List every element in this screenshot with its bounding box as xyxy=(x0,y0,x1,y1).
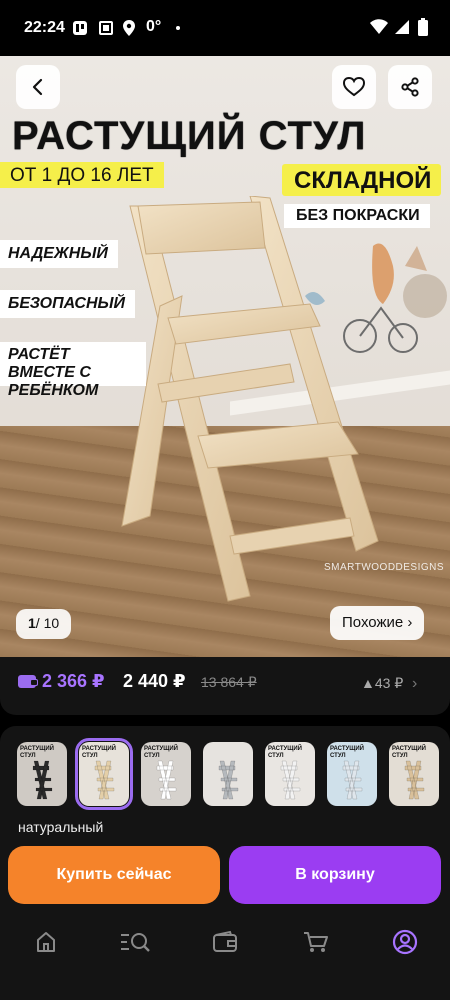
location-icon xyxy=(122,20,136,36)
nav-profile[interactable] xyxy=(391,928,419,956)
tag-no-paint: БЕЗ ПОКРАСКИ xyxy=(284,204,430,228)
variant-chair-image xyxy=(94,760,115,800)
variant-chair-image xyxy=(156,760,177,800)
back-button[interactable] xyxy=(16,65,60,109)
variant-thumbnail[interactable]: РАСТУЩИЙ СТУЛ xyxy=(389,742,439,806)
nav-wallet[interactable] xyxy=(211,928,239,956)
buy-now-button[interactable]: Купить сейчас xyxy=(8,846,220,904)
wifi-icon xyxy=(370,19,388,34)
add-to-cart-button[interactable]: В корзину xyxy=(229,846,441,904)
battery-icon xyxy=(418,18,432,36)
variant-thumbnail-title: РАСТУЩИЙ СТУЛ xyxy=(268,746,302,759)
variant-selector: РАСТУЩИЙ СТУЛ РАСТУЩИЙ СТУЛ РАСТУЩИЙ СТУЛ Р… xyxy=(0,726,450,846)
cart-icon xyxy=(304,932,328,952)
share-button[interactable] xyxy=(388,65,432,109)
variant-chair-image xyxy=(280,760,301,800)
nav-cart[interactable] xyxy=(302,928,330,956)
chevron-right-icon[interactable]: › xyxy=(412,675,417,693)
home-icon xyxy=(37,932,55,952)
tag-grows-with-child: РАСТЁТ ВМЕСТЕ С РЕБЁНКОМ xyxy=(0,342,146,399)
selected-variant-label: натуральный xyxy=(18,819,104,835)
nav-home[interactable] xyxy=(32,928,60,956)
similar-products-button[interactable]: Похожие › xyxy=(330,606,425,640)
tag-reliable: НАДЕЖНЫЙ xyxy=(0,240,118,268)
variant-chair-image xyxy=(218,760,239,800)
status-signal-text: 0° xyxy=(146,18,162,35)
heart-icon xyxy=(343,77,365,97)
app-notification-icon xyxy=(72,20,87,35)
variant-thumbnail[interactable] xyxy=(203,742,253,806)
cellular-icon xyxy=(394,19,409,34)
hero-title: РАСТУЩИЙ СТУЛ xyxy=(12,114,367,158)
price-trend: ▲43 ₽ xyxy=(361,675,404,691)
old-price: 13 864 ₽ xyxy=(201,674,257,690)
image-counter-total: / 10 xyxy=(35,615,60,631)
profile-icon xyxy=(392,929,418,955)
product-image-gallery[interactable]: РАСТУЩИЙ СТУЛ ОТ 1 ДО 16 ЛЕТ СКЛАДНОЙ БЕ… xyxy=(0,56,450,657)
tag-safe: БЕЗОПАСНЫЙ xyxy=(0,290,135,318)
variant-thumbnail[interactable]: РАСТУЩИЙ СТУЛ xyxy=(75,738,133,810)
variant-chair-image xyxy=(32,760,53,800)
wallet-card-icon xyxy=(18,675,38,688)
favorite-button[interactable] xyxy=(332,65,376,109)
status-bar: 22:24 0° xyxy=(0,0,450,56)
variant-thumbnail-title: РАСТУЩИЙ СТУЛ xyxy=(144,746,178,759)
variant-thumbnail[interactable]: РАСТУЩИЙ СТУЛ xyxy=(327,742,377,806)
variant-thumbnail-title: РАСТУЩИЙ СТУЛ xyxy=(392,746,426,759)
variant-thumbnail[interactable]: РАСТУЩИЙ СТУЛ xyxy=(265,742,315,806)
variant-chair-image xyxy=(342,760,363,800)
bottom-navigation xyxy=(0,904,450,1000)
share-icon xyxy=(401,77,419,97)
chevron-left-icon xyxy=(32,78,43,96)
wallet-icon xyxy=(213,930,237,952)
action-bar: Купить сейчас В корзину xyxy=(0,846,450,904)
variant-chair-image xyxy=(404,760,425,800)
tag-foldable: СКЛАДНОЙ xyxy=(282,164,442,196)
status-time: 22:24 xyxy=(24,19,65,36)
image-counter-current: 1 xyxy=(28,615,36,631)
variant-thumbnail-title: РАСТУЩИЙ СТУЛ xyxy=(20,746,54,759)
variant-thumbnail[interactable]: РАСТУЩИЙ СТУЛ xyxy=(17,742,67,806)
nav-catalog[interactable] xyxy=(118,928,152,956)
variant-thumbnail-title: РАСТУЩИЙ СТУЛ xyxy=(330,746,364,759)
price-bar[interactable]: 2 366 ₽ 2 440 ₽ 13 864 ₽ ▲43 ₽ › xyxy=(0,657,450,715)
card-price: 2 366 ₽ xyxy=(42,671,105,691)
variant-thumbnail-title: РАСТУЩИЙ СТУЛ xyxy=(82,746,116,759)
current-price: 2 440 ₽ xyxy=(123,671,186,691)
tag-age: ОТ 1 ДО 16 ЛЕТ xyxy=(0,162,164,188)
screenshot-icon xyxy=(98,20,113,35)
status-dot xyxy=(176,26,180,30)
image-counter: 1/ 10 xyxy=(16,609,72,639)
catalog-search-icon xyxy=(121,933,150,952)
variant-thumbnail[interactable]: РАСТУЩИЙ СТУЛ xyxy=(141,742,191,806)
watermark: SMARTWOODDESIGNS xyxy=(324,562,445,573)
